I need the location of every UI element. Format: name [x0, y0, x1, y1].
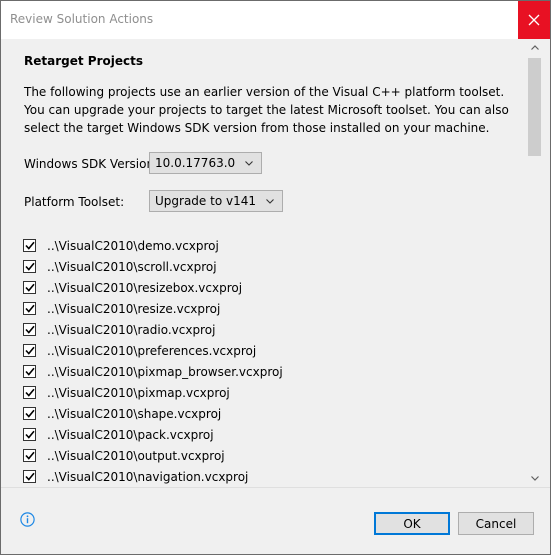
project-row[interactable]: ..\VisualC2010\resize.vcxproj: [23, 298, 518, 319]
project-row[interactable]: ..\VisualC2010\navigation.vcxproj: [23, 466, 518, 487]
project-checkbox[interactable]: [23, 470, 36, 483]
checkmark-icon: [24, 283, 35, 292]
project-path: ..\VisualC2010\navigation.vcxproj: [47, 469, 249, 484]
project-row[interactable]: ..\VisualC2010\pixmap_browser.vcxproj: [23, 361, 518, 382]
project-row[interactable]: ..\VisualC2010\scroll.vcxproj: [23, 256, 518, 277]
checkmark-icon: [24, 325, 35, 334]
platform-toolset-value: Upgrade to v141: [155, 194, 256, 208]
checkmark-icon: [24, 430, 35, 439]
project-list: ..\VisualC2010\demo.vcxproj ..\VisualC20…: [23, 235, 518, 487]
vertical-scrollbar[interactable]: [526, 39, 543, 487]
section-description: The following projects use an earlier ve…: [24, 85, 509, 135]
close-button[interactable]: [518, 1, 550, 39]
checkmark-icon: [24, 367, 35, 376]
project-row[interactable]: ..\VisualC2010\radio.vcxproj: [23, 319, 518, 340]
checkmark-icon: [24, 451, 35, 460]
checkmark-icon: [24, 472, 35, 481]
project-row[interactable]: ..\VisualC2010\pixmap.vcxproj: [23, 382, 518, 403]
project-path: ..\VisualC2010\demo.vcxproj: [47, 238, 219, 253]
project-path: ..\VisualC2010\radio.vcxproj: [47, 322, 216, 337]
project-checkbox[interactable]: [23, 344, 36, 357]
checkmark-icon: [24, 409, 35, 418]
title-bar: Review Solution Actions: [1, 1, 550, 39]
project-checkbox[interactable]: [23, 239, 36, 252]
sdk-version-value: 10.0.17763.0: [155, 156, 236, 170]
project-checkbox[interactable]: [23, 323, 36, 336]
content-area: Retarget Projects The following projects…: [1, 39, 526, 487]
sdk-version-dropdown[interactable]: 10.0.17763.0: [149, 152, 263, 174]
project-row[interactable]: ..\VisualC2010\output.vcxproj: [23, 445, 518, 466]
review-solution-actions-dialog: Review Solution Actions Retarget Project…: [0, 0, 551, 555]
chevron-up-icon: [530, 45, 539, 50]
project-checkbox[interactable]: [23, 260, 36, 273]
project-path: ..\VisualC2010\pack.vcxproj: [47, 427, 214, 442]
checkmark-icon: [24, 262, 35, 271]
project-path: ..\VisualC2010\resizebox.vcxproj: [47, 280, 243, 295]
checkmark-icon: [24, 241, 35, 250]
project-path: ..\VisualC2010\shape.vcxproj: [47, 406, 222, 421]
dialog-footer: OK Cancel: [1, 487, 550, 554]
section-title: Retarget Projects: [24, 54, 143, 68]
project-checkbox[interactable]: [23, 428, 36, 441]
project-path: ..\VisualC2010\scroll.vcxproj: [47, 259, 217, 274]
sdk-version-label: Windows SDK Version:: [24, 157, 159, 171]
scroll-down-button[interactable]: [526, 470, 543, 487]
project-path: ..\VisualC2010\resize.vcxproj: [47, 301, 221, 316]
chevron-down-icon: [530, 476, 539, 481]
project-path: ..\VisualC2010\pixmap_browser.vcxproj: [47, 364, 283, 379]
project-checkbox[interactable]: [23, 281, 36, 294]
checkmark-icon: [24, 304, 35, 313]
project-row[interactable]: ..\VisualC2010\shape.vcxproj: [23, 403, 518, 424]
project-checkbox[interactable]: [23, 302, 36, 315]
project-checkbox[interactable]: [23, 407, 36, 420]
scrollbar-thumb[interactable]: [528, 58, 541, 156]
window-title: Review Solution Actions: [10, 12, 154, 26]
project-checkbox[interactable]: [23, 365, 36, 378]
platform-toolset-label: Platform Toolset:: [24, 195, 125, 209]
checkmark-icon: [24, 346, 35, 355]
chevron-down-icon: [266, 198, 274, 204]
ok-button[interactable]: OK: [374, 512, 450, 535]
project-row[interactable]: ..\VisualC2010\pack.vcxproj: [23, 424, 518, 445]
cancel-button[interactable]: Cancel: [458, 512, 534, 535]
close-icon: [528, 14, 540, 26]
project-path: ..\VisualC2010\pixmap.vcxproj: [47, 385, 230, 400]
scroll-up-button[interactable]: [526, 39, 543, 56]
project-row[interactable]: ..\VisualC2010\resizebox.vcxproj: [23, 277, 518, 298]
project-row[interactable]: ..\VisualC2010\demo.vcxproj: [23, 235, 518, 256]
info-icon[interactable]: [20, 512, 35, 530]
project-path: ..\VisualC2010\preferences.vcxproj: [47, 343, 257, 358]
project-checkbox[interactable]: [23, 449, 36, 462]
project-row[interactable]: ..\VisualC2010\preferences.vcxproj: [23, 340, 518, 361]
project-checkbox[interactable]: [23, 386, 36, 399]
chevron-down-icon: [245, 160, 254, 166]
project-path: ..\VisualC2010\output.vcxproj: [47, 448, 225, 463]
checkmark-icon: [24, 388, 35, 397]
platform-toolset-dropdown[interactable]: Upgrade to v141: [149, 190, 283, 212]
